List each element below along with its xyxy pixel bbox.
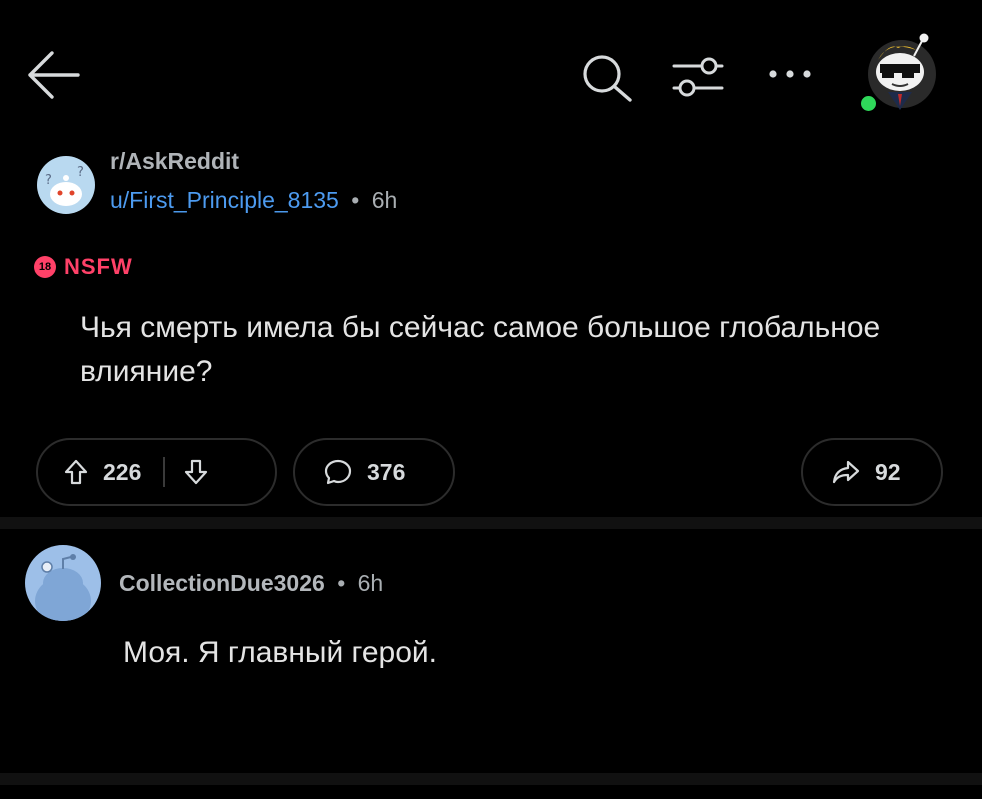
svg-text:?: ? [77, 165, 84, 180]
online-status-dot [861, 96, 876, 111]
nsfw-tag: 18 NSFW [34, 254, 133, 280]
downvote-arrow-icon[interactable] [183, 458, 209, 486]
comment-author-avatar[interactable] [25, 545, 101, 621]
comments-button[interactable]: 376 [293, 438, 455, 506]
back-arrow-icon[interactable] [24, 48, 82, 102]
nsfw-18-icon: 18 [34, 256, 56, 278]
askreddit-snoo-icon: ? ? [45, 165, 84, 206]
share-arrow-icon [832, 460, 860, 484]
more-horizontal-icon[interactable] [765, 66, 815, 82]
meta-separator: • [351, 187, 360, 213]
section-divider-bottom [0, 773, 982, 785]
subreddit-name[interactable]: r/AskReddit [110, 148, 239, 175]
comment-body: Моя. Я главный герой. [123, 636, 437, 669]
post-author-link[interactable]: u/First_Principle_8135 [110, 187, 339, 213]
post-meta: u/First_Principle_8135 • 6h [110, 187, 397, 214]
sliders-icon[interactable] [670, 52, 726, 102]
comment-author-name[interactable]: CollectionDue3026 [119, 570, 325, 596]
default-snoo-icon [35, 554, 91, 621]
vote-control: 226 [36, 438, 277, 506]
comment-meta: CollectionDue3026 • 6h [119, 570, 383, 597]
comment-bubble-icon [324, 459, 352, 485]
upvote-arrow-icon[interactable] [63, 458, 89, 486]
comment-age: 6h [357, 570, 384, 596]
post-age: 6h [371, 187, 398, 213]
user-avatar[interactable] [858, 30, 940, 112]
svg-text:?: ? [45, 173, 52, 188]
nsfw-label: NSFW [64, 254, 133, 279]
comment-count: 376 [367, 458, 406, 485]
subreddit-avatar[interactable]: ? ? [37, 156, 95, 214]
search-icon[interactable] [580, 52, 636, 104]
post-title[interactable]: Чья смерть имела бы сейчас самое большое… [80, 306, 940, 394]
upvote-count: 226 [103, 458, 142, 485]
vote-divider [163, 457, 166, 487]
share-count: 92 [875, 458, 901, 485]
meta-separator: • [337, 570, 346, 596]
share-button[interactable]: 92 [801, 438, 943, 506]
section-divider [0, 517, 982, 529]
